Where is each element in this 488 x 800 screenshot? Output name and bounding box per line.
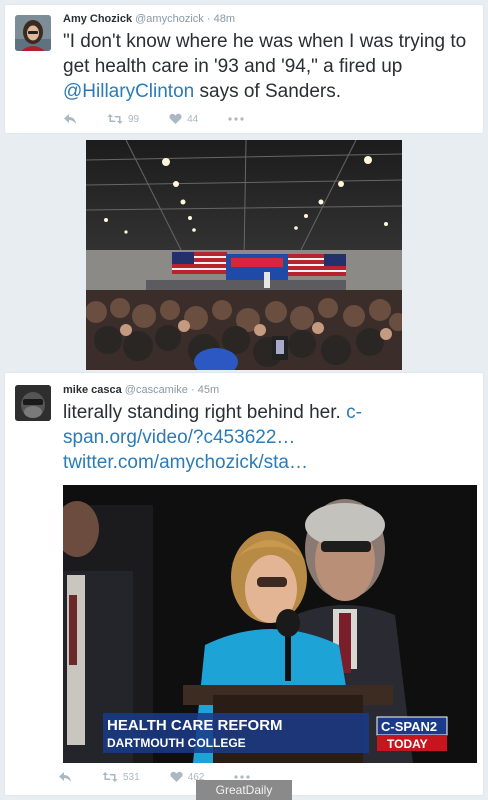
retweet-button[interactable]: 531 <box>102 771 140 783</box>
video-caption-title: HEALTH CARE REFORM <box>107 717 283 734</box>
avatar[interactable] <box>15 15 51 51</box>
reply-icon <box>64 114 76 124</box>
timestamp[interactable]: 45m <box>198 384 219 396</box>
reply-button[interactable] <box>63 113 77 125</box>
tweet-text: "I don't know where he was when I was tr… <box>63 29 473 104</box>
tweet-text-part: says of Sanders. <box>194 81 342 102</box>
author-name[interactable]: Amy Chozick <box>63 13 132 25</box>
author-handle[interactable]: @cascamike <box>125 384 188 396</box>
tweet-header: mike casca @cascamike · 45m <box>63 384 219 396</box>
author-handle[interactable]: @amychozick <box>135 13 204 25</box>
tweet-card[interactable]: mike casca @cascamike · 45m literally st… <box>4 372 484 796</box>
author-name[interactable]: mike casca <box>63 384 122 396</box>
timeline: Amy Chozick @amychozick · 48m "I don't k… <box>0 0 488 800</box>
timestamp[interactable]: 48m <box>214 13 235 25</box>
retweet-count: 99 <box>128 113 140 125</box>
twitter-link[interactable]: twitter.com/amychozick/sta… <box>63 452 308 473</box>
more-icon <box>228 117 244 121</box>
avatar[interactable] <box>15 385 51 421</box>
more-button[interactable] <box>234 775 250 779</box>
tweet-card[interactable]: Amy Chozick @amychozick · 48m "I don't k… <box>4 4 484 134</box>
tweet-video[interactable]: HEALTH CARE REFORM DARTMOUTH COLLEGE C-S… <box>63 485 477 763</box>
separator: · <box>206 13 211 25</box>
retweet-count: 531 <box>123 771 140 783</box>
retweet-icon <box>107 114 123 124</box>
separator: · <box>190 384 195 396</box>
reply-button[interactable] <box>58 771 72 783</box>
mention-link[interactable]: @HillaryClinton <box>63 81 194 102</box>
tweet-actions: 99 44 <box>63 113 274 125</box>
more-button[interactable] <box>228 117 244 121</box>
tweet-photo[interactable] <box>86 140 402 370</box>
heart-icon <box>169 113 182 124</box>
like-count: 44 <box>187 113 199 125</box>
heart-icon <box>170 771 183 782</box>
tweet-text-part: literally standing right behind her. <box>63 402 347 423</box>
like-button[interactable]: 44 <box>169 113 198 125</box>
video-caption-subtitle: DARTMOUTH COLLEGE <box>107 736 246 750</box>
tweet-text-part: "I don't know where he was when I was tr… <box>63 31 467 77</box>
watermark: GreatDaily <box>196 780 292 800</box>
today-tag: TODAY <box>387 737 428 751</box>
more-icon <box>234 775 250 779</box>
retweet-icon <box>102 772 118 782</box>
tweet-header: Amy Chozick @amychozick · 48m <box>63 13 235 25</box>
retweet-button[interactable]: 99 <box>107 113 139 125</box>
reply-icon <box>59 772 71 782</box>
cspan-logo: C-SPAN2 <box>381 719 437 734</box>
tweet-text: literally standing right behind her. c-s… <box>63 400 473 475</box>
